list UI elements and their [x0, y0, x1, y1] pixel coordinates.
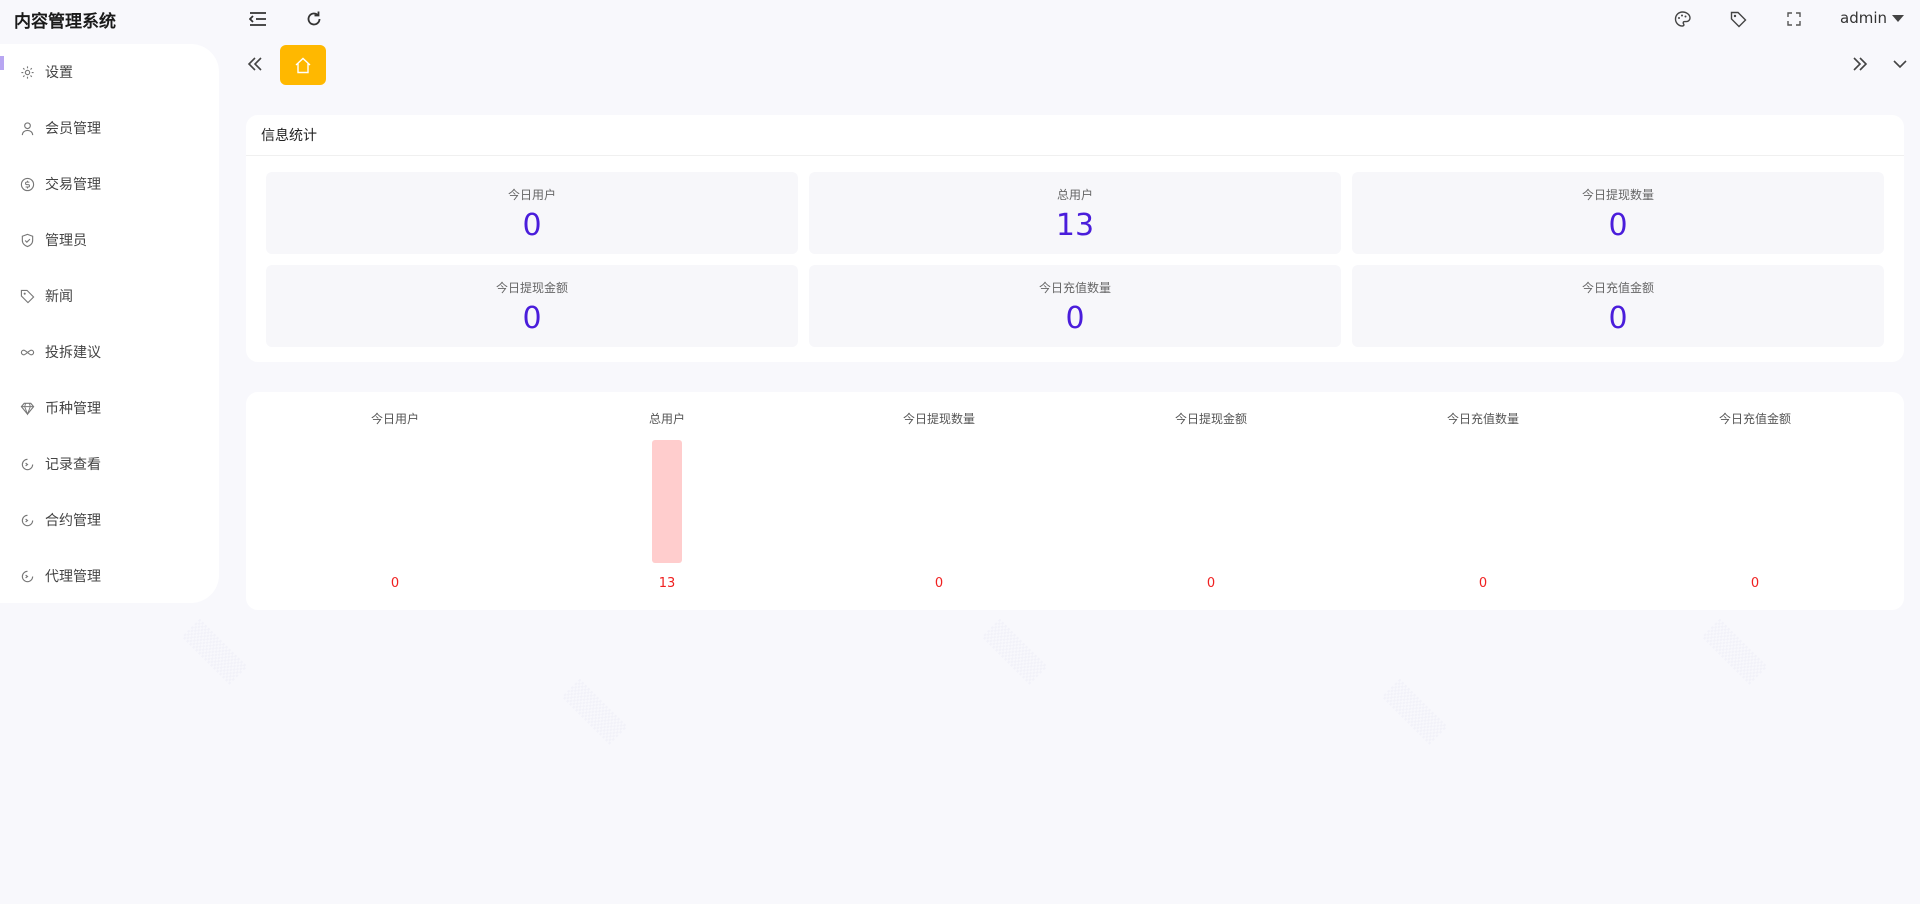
- tag-icon: [20, 289, 35, 303]
- sidebar-item-agents[interactable]: 代理管理: [20, 564, 101, 588]
- tabs-scroll-right-icon[interactable]: [1848, 52, 1872, 76]
- sidebar-item-label: 会员管理: [45, 121, 101, 137]
- stat-value: 0: [1608, 301, 1628, 336]
- data-label: 0: [934, 576, 944, 591]
- tabs-dropdown-icon[interactable]: [1888, 52, 1912, 76]
- data-label: 0: [1478, 576, 1488, 591]
- stat-label: 今日提现金额: [495, 281, 568, 295]
- sidebar-item-label: 记录查看: [45, 457, 101, 473]
- infinity-icon: [20, 349, 35, 355]
- refresh-icon[interactable]: [303, 8, 325, 30]
- stat-box: 今日充值金额 0: [1352, 265, 1884, 347]
- x-tick-label: 今日用户: [370, 412, 419, 426]
- caret-down-icon: [1892, 14, 1904, 22]
- x-tick-label: 今日充值数量: [1446, 412, 1519, 426]
- data-label: 0: [390, 576, 400, 591]
- stat-value: 13: [1055, 208, 1095, 243]
- x-tick-label: 总用户: [648, 412, 685, 426]
- diamond-icon: [20, 402, 35, 415]
- user-menu[interactable]: admin: [1840, 9, 1904, 27]
- x-tick-label: 今日提现数量: [902, 412, 975, 426]
- sidebar: 设置 会员管理 交易管理 管理员 新闻 投拆建议 币种管理 记录查看 合约管理 …: [0, 44, 219, 603]
- shield-check-icon: [21, 233, 34, 247]
- sidebar-item-members[interactable]: 会员管理: [20, 116, 101, 140]
- bar-chart-card: 今日用户 0 总用户 13 今日提现数量 0 今日提现金额 0 今日充值数量 0 今日充值金额 0: [246, 392, 1904, 610]
- stat-box: 今日提现金额 0: [266, 265, 798, 347]
- sidebar-item-settings[interactable]: 设置: [20, 60, 73, 84]
- user-name: admin: [1840, 9, 1887, 27]
- stat-label: 总用户: [1056, 188, 1093, 202]
- x-tick-label: 今日提现金额: [1174, 412, 1247, 426]
- stat-label: 今日提现数量: [1581, 188, 1654, 202]
- bar: [652, 440, 682, 563]
- sidebar-item-currencies[interactable]: 币种管理: [20, 396, 101, 420]
- cycle-icon: [21, 570, 34, 582]
- stat-label: 今日充值数量: [1038, 281, 1111, 295]
- sidebar-item-label: 交易管理: [45, 177, 101, 193]
- stat-box: 总用户 13: [809, 172, 1341, 254]
- sidebar-item-trades[interactable]: 交易管理: [20, 172, 101, 196]
- stat-box: 今日提现数量 0: [1352, 172, 1884, 254]
- cycle-icon: [21, 514, 34, 526]
- stat-value: 0: [522, 208, 542, 243]
- card-title: 信息统计: [246, 115, 1904, 156]
- sidebar-item-admins[interactable]: 管理员: [20, 228, 87, 252]
- dollar-icon: [20, 177, 35, 191]
- menu-collapse-icon[interactable]: [247, 8, 269, 30]
- tag-icon[interactable]: [1727, 8, 1749, 30]
- info-stats-card: 信息统计 今日用户 0 总用户 13 今日提现数量 0 今日提现金额 0 今日充…: [246, 115, 1904, 362]
- sidebar-item-label: 代理管理: [45, 569, 101, 585]
- stat-box: 今日充值数量 0: [809, 265, 1341, 347]
- stat-label: 今日用户: [507, 188, 556, 202]
- sidebar-item-label: 合约管理: [45, 513, 101, 529]
- tab-home[interactable]: [280, 45, 326, 85]
- sidebar-item-label: 管理员: [45, 233, 87, 249]
- stat-box: 今日用户 0: [266, 172, 798, 254]
- x-tick-label: 今日充值金额: [1718, 412, 1791, 426]
- app-title: 内容管理系统: [14, 12, 116, 32]
- top-bar: 内容管理系统 admin: [0, 0, 1920, 40]
- sidebar-item-label: 投拆建议: [45, 345, 101, 361]
- fullscreen-icon[interactable]: [1783, 8, 1805, 30]
- tabs-scroll-left-icon[interactable]: [243, 52, 267, 76]
- stat-value: 0: [522, 301, 542, 336]
- sidebar-item-contracts[interactable]: 合约管理: [20, 508, 101, 532]
- sidebar-item-news[interactable]: 新闻: [20, 284, 73, 308]
- data-label: 0: [1206, 576, 1216, 591]
- home-icon: [295, 57, 311, 73]
- active-indicator: [0, 56, 4, 70]
- user-icon: [21, 121, 34, 135]
- gear-icon: [21, 65, 34, 79]
- sidebar-item-label: 币种管理: [45, 401, 101, 417]
- stat-label: 今日充值金额: [1581, 281, 1654, 295]
- sidebar-item-label: 新闻: [45, 289, 73, 305]
- sidebar-item-records[interactable]: 记录查看: [20, 452, 101, 476]
- palette-icon[interactable]: [1671, 8, 1693, 30]
- cycle-icon: [21, 458, 34, 470]
- sidebar-item-label: 设置: [45, 65, 73, 81]
- stat-value: 0: [1608, 208, 1628, 243]
- sidebar-item-suggestions[interactable]: 投拆建议: [20, 340, 101, 364]
- data-label: 0: [1750, 576, 1760, 591]
- data-label: 13: [658, 576, 676, 591]
- stat-value: 0: [1065, 301, 1085, 336]
